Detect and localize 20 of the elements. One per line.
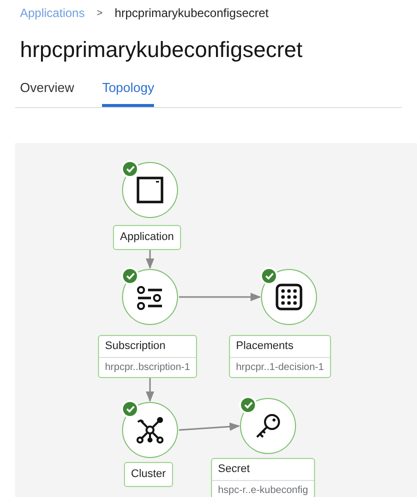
page-title: hrpcprimarykubeconfigsecret xyxy=(20,36,304,64)
grid-icon xyxy=(275,283,303,311)
network-icon xyxy=(136,416,164,444)
key-icon xyxy=(254,412,282,440)
edge-arrow xyxy=(178,422,240,431)
node-label: Placements xyxy=(230,336,330,358)
node-sublabel: hspc-r..e-kubeconfig xyxy=(217,484,310,497)
node-label: Secret xyxy=(212,459,314,480)
node-sublabel: hrpcpr..bscription-1 xyxy=(104,360,192,374)
breadcrumb-link[interactable]: Applications xyxy=(20,4,85,22)
breadcrumb-current: hrpcprimarykubeconfigsecret xyxy=(114,5,269,22)
node-label: Cluster xyxy=(130,467,167,482)
window-icon xyxy=(136,176,164,204)
node-label: Application xyxy=(119,230,175,245)
tab[interactable]: Overview xyxy=(20,78,74,106)
node-label: Subscription xyxy=(99,336,196,358)
breadcrumb-separator: > xyxy=(96,6,103,20)
node-sublabel: hrpcpr..1-decision-1 xyxy=(235,360,325,374)
sliders-icon xyxy=(136,284,164,310)
tab[interactable]: Topology xyxy=(102,78,154,106)
